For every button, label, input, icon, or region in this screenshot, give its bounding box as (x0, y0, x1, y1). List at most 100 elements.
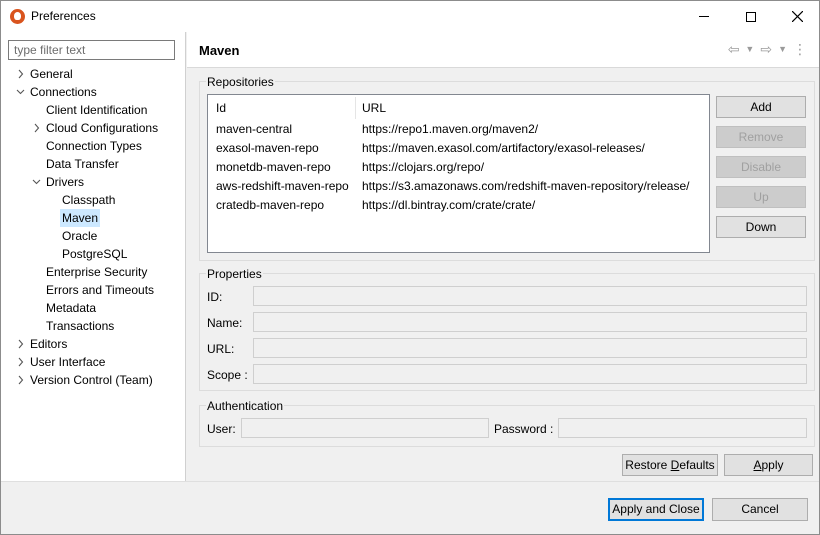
tree-item-label: Connections (30, 85, 97, 99)
page-title: Maven (199, 43, 240, 58)
close-button[interactable] (774, 1, 820, 32)
chevron-right-icon[interactable] (15, 65, 25, 83)
tree-item-label: Maven (60, 209, 101, 227)
tree-item-label: User Interface (30, 355, 106, 369)
tree-item-label: Version Control (Team) (30, 373, 153, 387)
password-field[interactable] (558, 418, 807, 438)
close-icon (791, 11, 803, 22)
tree-item-version-control-team[interactable]: Version Control (Team) (1, 371, 185, 389)
table-row[interactable]: cratedb-maven-repo https://dl.bintray.com… (208, 196, 709, 215)
disable-button[interactable]: Disable (716, 156, 806, 178)
url-field[interactable] (253, 338, 807, 358)
id-field[interactable] (253, 286, 807, 306)
restore-defaults-button[interactable]: Restore Defaults (622, 454, 718, 476)
id-label: ID: (207, 290, 223, 304)
tree-item-label: Enterprise Security (46, 265, 148, 279)
maximize-icon (746, 11, 756, 22)
add-button[interactable]: Add (716, 96, 806, 118)
apply-mnemonic: A (753, 458, 762, 472)
column-separator[interactable] (355, 97, 356, 119)
password-label: Password : (494, 422, 554, 436)
apply-button[interactable]: Apply (724, 454, 813, 476)
chevron-right-icon[interactable] (15, 371, 25, 389)
chevron-right-icon[interactable] (15, 335, 25, 353)
tree-item-label: Cloud Configurations (46, 121, 159, 135)
properties-group-label: Properties (206, 267, 263, 281)
tree-item-oracle[interactable]: Oracle (1, 227, 185, 245)
chevron-right-icon[interactable] (15, 353, 25, 371)
remove-button[interactable]: Remove (716, 126, 806, 148)
repositories-group-label: Repositories (206, 75, 275, 89)
chevron-down-icon[interactable] (15, 83, 25, 101)
tree-item-connections[interactable]: Connections (1, 83, 185, 101)
tree-item-label: Client Identification (46, 103, 148, 117)
tree-item-label: Metadata (46, 301, 97, 315)
table-row[interactable]: exasol-maven-repo https://maven.exasol.co… (208, 139, 709, 158)
title-bar: Preferences (1, 1, 819, 32)
app-logo-icon (10, 9, 25, 24)
view-menu-icon[interactable]: ⋮ (793, 41, 807, 58)
user-field[interactable] (241, 418, 489, 438)
up-button[interactable]: Up (716, 186, 806, 208)
chevron-right-icon[interactable] (31, 119, 41, 137)
minimize-icon (699, 16, 709, 17)
forward-menu-chevron-icon[interactable]: ▼ (778, 41, 787, 58)
repo-id-cell: maven-central (216, 122, 293, 136)
repo-id-cell: aws-redshift-maven-repo (216, 179, 349, 193)
tree-item-postgresql[interactable]: PostgreSQL (1, 245, 185, 263)
tree-item-connection-types[interactable]: Connection Types (1, 137, 185, 155)
tree-item-general[interactable]: General (1, 65, 185, 83)
tree-item-enterprise-security[interactable]: Enterprise Security (1, 263, 185, 281)
down-button[interactable]: Down (716, 216, 806, 238)
user-label: User: (207, 422, 236, 436)
table-row[interactable]: monetdb-maven-repo https://clojars.org/re… (208, 158, 709, 177)
history-nav: ⇦ ▼ ⇨ ▼ ⋮ (728, 41, 807, 58)
repo-url-cell: https://s3.amazonaws.com/redshift-maven-… (362, 179, 690, 193)
preferences-window: Preferences General Connections Client Ide… (0, 0, 820, 535)
restore-defaults-text-1: Restore (625, 458, 671, 472)
back-arrow-icon[interactable]: ⇦ (728, 41, 740, 58)
name-field[interactable] (253, 312, 807, 332)
column-header-id[interactable]: Id (216, 101, 226, 115)
tree-item-label: Editors (30, 337, 68, 351)
table-row[interactable]: maven-central https://repo1.maven.org/mav… (208, 120, 709, 139)
repo-id-cell: monetdb-maven-repo (216, 160, 331, 174)
restore-defaults-text-2: efaults (679, 458, 715, 472)
tree-item-label: General (30, 67, 73, 81)
minimize-button[interactable] (681, 1, 727, 32)
filter-input[interactable] (8, 40, 175, 60)
authentication-group-label: Authentication (206, 399, 285, 413)
tree-item-user-interface[interactable]: User Interface (1, 353, 185, 371)
tree-item-editors[interactable]: Editors (1, 335, 185, 353)
tree-item-transactions[interactable]: Transactions (1, 317, 185, 335)
tree-item-maven[interactable]: Maven (1, 209, 185, 227)
apply-and-close-button[interactable]: Apply and Close (608, 498, 704, 521)
tree-item-cloud-configurations[interactable]: Cloud Configurations (1, 119, 185, 137)
tree-item-label: Oracle (62, 229, 98, 243)
page-header: Maven ⇦ ▼ ⇨ ▼ ⋮ (187, 32, 819, 67)
window-title: Preferences (31, 9, 96, 23)
cancel-button[interactable]: Cancel (712, 498, 808, 521)
forward-arrow-icon[interactable]: ⇨ (760, 41, 772, 58)
repo-url-cell: https://maven.exasol.com/artifactory/exa… (362, 141, 645, 155)
tree-item-data-transfer[interactable]: Data Transfer (1, 155, 185, 173)
back-menu-chevron-icon[interactable]: ▼ (745, 41, 754, 58)
preference-tree-panel: General Connections Client Identification C… (1, 32, 186, 481)
tree-item-drivers[interactable]: Drivers (1, 173, 185, 191)
table-row[interactable]: aws-redshift-maven-repo https://s3.amazon… (208, 177, 709, 196)
maximize-button[interactable] (728, 1, 774, 32)
repositories-table[interactable]: Id URL maven-central https://repo1.maven.… (207, 94, 710, 253)
repo-url-cell: https://clojars.org/repo/ (362, 160, 485, 174)
name-label: Name: (207, 316, 243, 330)
tree-item-label: Transactions (46, 319, 115, 333)
dialog-separator (1, 481, 819, 482)
repo-id-cell: cratedb-maven-repo (216, 198, 325, 212)
tree-item-metadata[interactable]: Metadata (1, 299, 185, 317)
tree-item-classpath[interactable]: Classpath (1, 191, 185, 209)
tree-item-client-identification[interactable]: Client Identification (1, 101, 185, 119)
chevron-down-icon[interactable] (31, 173, 41, 191)
tree-item-errors-and-timeouts[interactable]: Errors and Timeouts (1, 281, 185, 299)
tree-item-label: Drivers (46, 175, 84, 189)
column-header-url[interactable]: URL (362, 101, 386, 115)
scope-field[interactable] (253, 364, 807, 384)
